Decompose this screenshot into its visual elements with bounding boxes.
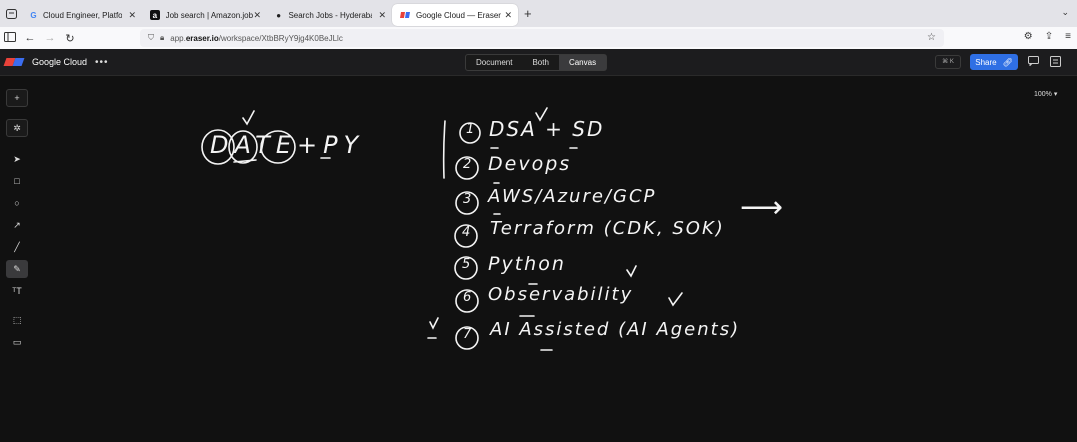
handwritten-item: Devops	[488, 153, 572, 175]
item-number: 6	[463, 290, 472, 305]
item-number: 7	[463, 327, 472, 342]
handwritten-item: AI Assisted (AI Agents)	[490, 319, 741, 340]
item-number: 5	[462, 257, 471, 272]
item-number: 3	[463, 192, 472, 207]
item-number: 1	[466, 122, 475, 137]
item-number: 2	[463, 157, 472, 172]
handwritten-item: Terraform (CDK, SOK)	[490, 218, 725, 239]
handwritten-item: DSA + SD	[489, 117, 605, 141]
item-number: 4	[462, 225, 471, 240]
handwritten-date-py: DATE+PY	[210, 131, 365, 159]
handwritten-item: AWS/Azure/GCP	[488, 186, 657, 207]
handwritten-arrow: ⟶	[740, 190, 784, 225]
handwritten-item: Observability	[488, 284, 634, 305]
handwritten-item: Python	[488, 253, 566, 275]
